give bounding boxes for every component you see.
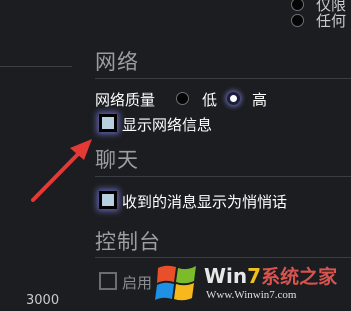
windows-flag-icon <box>155 265 196 301</box>
watermark-url: Www.Winwin7.com <box>206 289 297 301</box>
watermark-logo: Win7系统之家 Www.Winwin7.com <box>152 256 351 311</box>
watermark-brand: Win7系统之家 <box>204 264 338 288</box>
